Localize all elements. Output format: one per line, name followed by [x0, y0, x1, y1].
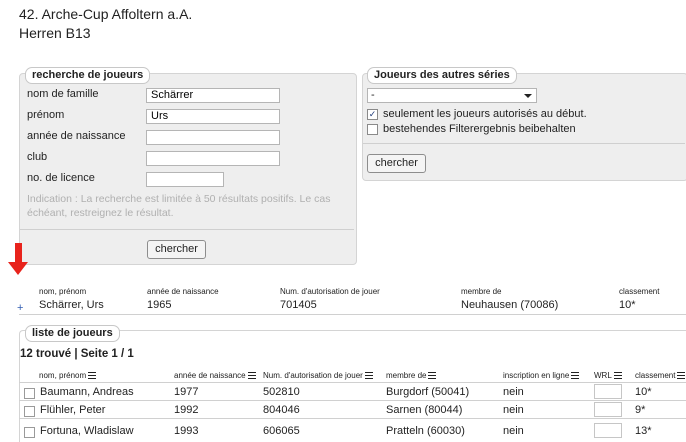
event-title: 42. Arche-Cup Affoltern a.A. [19, 6, 193, 22]
list-row-member: Burgdorf (50041) [386, 386, 470, 398]
list-header-online-label: inscription en ligne [503, 371, 570, 380]
result-license: 701405 [280, 299, 317, 311]
result-ranking: 10* [619, 299, 636, 311]
list-header-license[interactable]: Num. d'autorisation de jouer [263, 371, 373, 381]
list-header-divider [19, 382, 686, 383]
menu-icon[interactable] [364, 372, 373, 380]
list-row-ranking: 10* [635, 386, 652, 398]
row-checkbox[interactable] [24, 406, 35, 417]
wrl-input[interactable] [594, 402, 622, 417]
list-header-member-label: membre de [386, 371, 427, 380]
authorized-only-checkbox[interactable]: ✓ [367, 109, 378, 120]
list-header-license-label: Num. d'autorisation de jouer [263, 371, 363, 380]
list-row-online: nein [503, 404, 524, 416]
list-row-name: Baumann, Andreas [40, 386, 134, 398]
authorized-only-label: seulement les joueurs autorisés au début… [383, 108, 587, 120]
search-hint-line1: Indication : La recherche est limitée à … [27, 193, 331, 205]
list-header-name[interactable]: nom, prénom [39, 371, 97, 381]
list-row-ranking: 13* [635, 425, 652, 437]
player-list-summary: 12 trouvé | Seite 1 / 1 [20, 348, 134, 360]
birth-year-input[interactable] [146, 130, 280, 145]
list-header-member[interactable]: membre de [386, 371, 437, 381]
list-header-online[interactable]: inscription en ligne [503, 371, 580, 381]
search-button[interactable]: chercher [147, 240, 206, 259]
result-member: Neuhausen (70086) [461, 299, 559, 311]
red-arrow-head-icon [8, 262, 28, 275]
list-header-ranking[interactable]: classement [635, 371, 686, 381]
first-name-input[interactable] [146, 109, 280, 124]
result-header-ranking: classement [619, 287, 660, 296]
category-title: Herren B13 [19, 25, 91, 41]
result-header-member: membre de [461, 287, 502, 296]
license-no-label: no. de licence [27, 172, 95, 184]
player-list-legend: liste de joueurs [25, 325, 120, 342]
other-series-legend: Joueurs des autres séries [367, 67, 517, 84]
list-header-birth[interactable]: année de naissance [174, 371, 256, 381]
table-row-divider [19, 400, 686, 401]
other-series-search-button[interactable]: chercher [367, 154, 426, 173]
list-row-license: 606065 [263, 425, 300, 437]
other-series-divider [363, 143, 685, 144]
chevron-down-icon [524, 94, 532, 98]
menu-icon[interactable] [677, 372, 686, 380]
result-header-license: Num. d'autorisation de jouer [280, 287, 380, 296]
menu-icon[interactable] [613, 372, 622, 380]
list-row-birth: 1993 [174, 425, 199, 437]
list-row-birth: 1977 [174, 386, 199, 398]
menu-icon[interactable] [571, 372, 580, 380]
list-row-name: Flühler, Peter [40, 404, 106, 416]
keep-filter-checkbox[interactable] [367, 124, 378, 135]
result-row-divider [19, 314, 686, 315]
result-name: Schärrer, Urs [39, 299, 104, 311]
keep-filter-label: bestehendes Filterergebnis beibehalten [383, 123, 576, 135]
row-checkbox[interactable] [24, 427, 35, 438]
list-header-wrl[interactable]: WRL [594, 371, 622, 381]
list-row-birth: 1992 [174, 404, 199, 416]
list-header-ranking-label: classement [635, 371, 676, 380]
add-player-link[interactable]: + [17, 303, 23, 314]
menu-icon[interactable] [428, 372, 437, 380]
list-row-license: 804046 [263, 404, 300, 416]
wrl-input[interactable] [594, 384, 622, 399]
table-row-divider [19, 418, 686, 419]
result-header-name: nom, prénom [39, 287, 87, 296]
menu-icon[interactable] [247, 372, 256, 380]
list-row-name: Fortuna, Wladislaw [40, 425, 134, 437]
list-header-birth-label: année de naissance [174, 371, 246, 380]
row-checkbox[interactable] [24, 388, 35, 399]
list-row-member: Sarnen (80044) [386, 404, 463, 416]
birth-year-label: année de naissance [27, 130, 126, 142]
list-header-wrl-label: WRL [594, 371, 612, 380]
series-select-value: - [371, 89, 375, 101]
list-row-license: 502810 [263, 386, 300, 398]
series-select[interactable]: - [367, 88, 537, 103]
first-name-label: prénom [27, 109, 65, 121]
result-header-birth: année de naissance [147, 287, 219, 296]
menu-icon[interactable] [88, 372, 97, 380]
player-search-legend: recherche de joueurs [25, 67, 151, 84]
list-header-name-label: nom, prénom [39, 371, 87, 380]
result-birth: 1965 [147, 299, 172, 311]
list-row-online: nein [503, 386, 524, 398]
list-row-ranking: 9* [635, 404, 646, 416]
last-name-input[interactable] [146, 88, 280, 103]
club-label: club [27, 151, 48, 163]
club-input[interactable] [146, 151, 280, 166]
search-divider [20, 229, 354, 230]
search-hint-line2: échéant, restreignez le résultat. [27, 207, 174, 219]
list-row-member: Pratteln (60030) [386, 425, 465, 437]
last-name-label: nom de famille [27, 88, 99, 100]
list-row-online: nein [503, 425, 524, 437]
wrl-input[interactable] [594, 423, 622, 438]
license-no-input[interactable] [146, 172, 224, 187]
